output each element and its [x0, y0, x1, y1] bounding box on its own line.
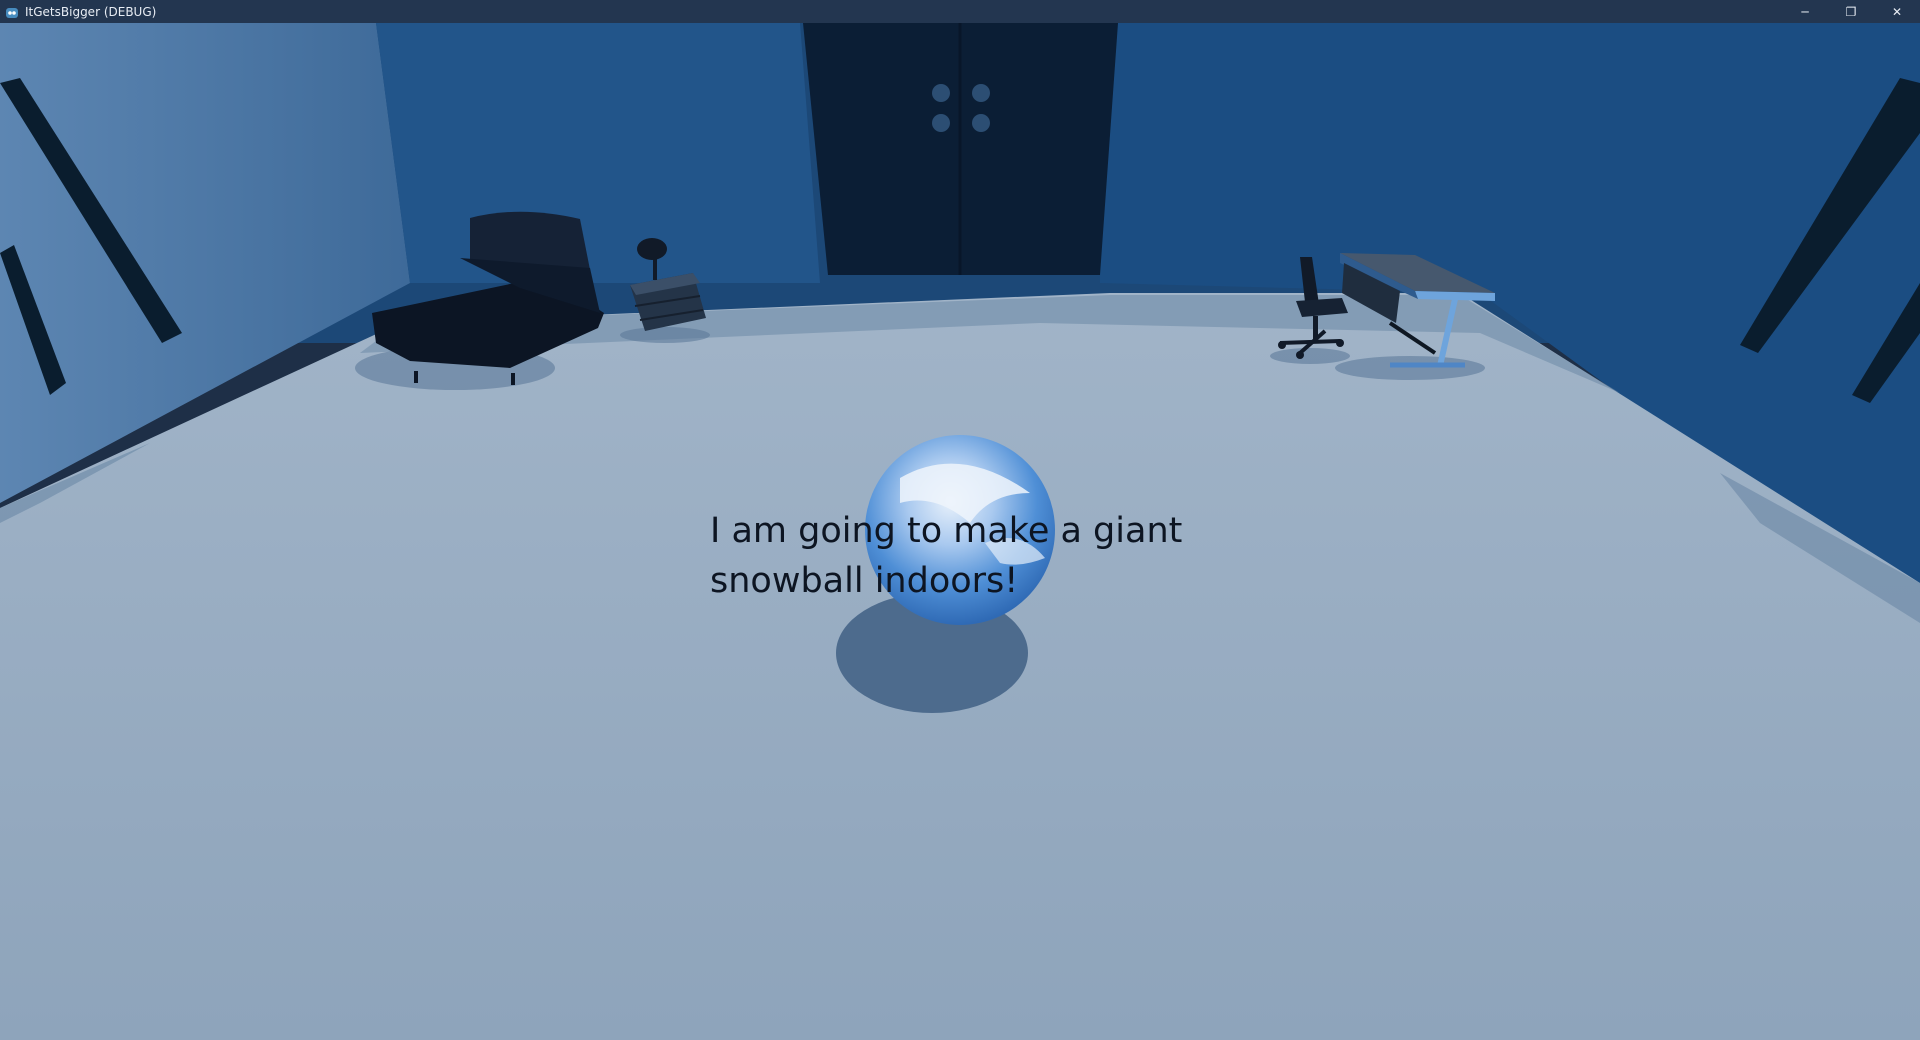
minimize-button[interactable]: ─: [1782, 0, 1828, 23]
double-door: [803, 23, 1118, 275]
restore-button[interactable]: ❐: [1828, 0, 1874, 23]
game-viewport[interactable]: I am going to make a giant snowball indo…: [0, 23, 1920, 1040]
dialogue-text: I am going to make a giant snowball indo…: [710, 511, 1183, 601]
title-bar[interactable]: ItGetsBigger (DEBUG) ─ ❐ ✕: [0, 0, 1920, 23]
close-button[interactable]: ✕: [1874, 0, 1920, 23]
app-icon: [5, 5, 19, 19]
window-title: ItGetsBigger (DEBUG): [25, 4, 157, 19]
